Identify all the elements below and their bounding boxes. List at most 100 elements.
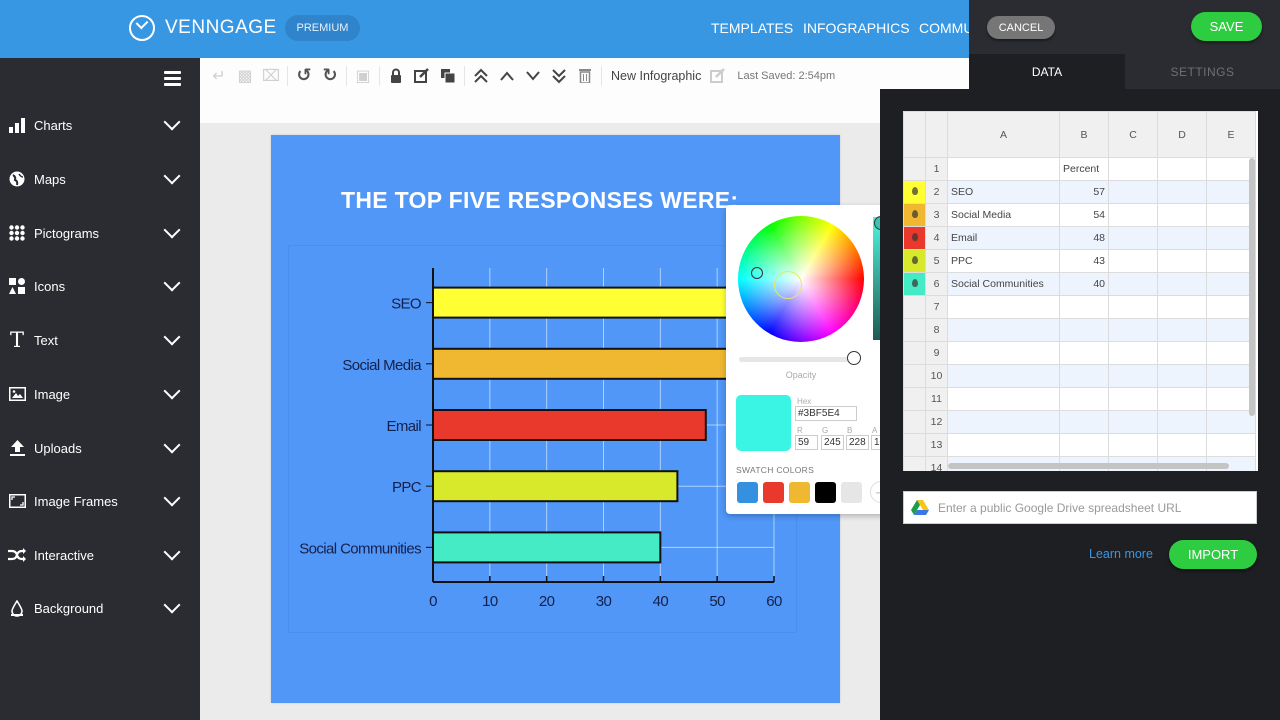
cell-b[interactable]: [1059, 341, 1109, 365]
cell-c[interactable]: [1108, 180, 1158, 204]
sidebar-item-text[interactable]: T Text: [0, 320, 200, 360]
edit-icon[interactable]: [409, 66, 435, 86]
cell-a[interactable]: [947, 433, 1060, 457]
cell-d[interactable]: [1157, 318, 1207, 342]
sidebar-item-image[interactable]: Image: [0, 374, 200, 414]
sidebar-item-uploads[interactable]: Uploads: [0, 428, 200, 468]
cell-c[interactable]: [1108, 410, 1158, 434]
cell-b[interactable]: [1059, 295, 1109, 319]
column-header-c[interactable]: C: [1108, 111, 1158, 158]
row-color-picker[interactable]: [903, 203, 926, 227]
cell-c[interactable]: [1108, 272, 1158, 296]
spreadsheet-horizontal-scrollbar[interactable]: [948, 463, 1229, 469]
hamburger-menu-icon[interactable]: [164, 71, 181, 86]
swatch-blue[interactable]: [737, 482, 758, 503]
cell-a[interactable]: SEO: [947, 180, 1060, 204]
tab-settings[interactable]: SETTINGS: [1125, 54, 1280, 89]
cell-b[interactable]: 54: [1059, 203, 1109, 227]
cell-d[interactable]: [1157, 433, 1207, 457]
nav-templates[interactable]: TEMPLATES: [711, 20, 793, 36]
trash-icon[interactable]: [572, 66, 598, 86]
cell-a[interactable]: [947, 387, 1060, 411]
cell-a[interactable]: Social Media: [947, 203, 1060, 227]
crop-icon[interactable]: ⌧: [258, 66, 284, 86]
column-header-d[interactable]: D: [1157, 111, 1207, 158]
cell-d[interactable]: [1157, 226, 1207, 250]
row-color-picker[interactable]: [903, 226, 926, 250]
send-backward-icon[interactable]: [520, 66, 546, 86]
send-to-back-icon[interactable]: [546, 66, 572, 86]
spreadsheet-vertical-scrollbar[interactable]: [1249, 158, 1255, 416]
undo-icon[interactable]: ↺: [291, 65, 317, 86]
cell-a[interactable]: [947, 364, 1060, 388]
cell-d[interactable]: [1157, 180, 1207, 204]
document-title[interactable]: New Infographic: [611, 69, 701, 83]
sidebar-item-image-frames[interactable]: Image Frames: [0, 481, 200, 521]
cell-c[interactable]: [1108, 226, 1158, 250]
cell-d[interactable]: [1157, 295, 1207, 319]
bring-forward-icon[interactable]: [494, 66, 520, 86]
google-drive-url-input[interactable]: Enter a public Google Drive spreadsheet …: [903, 491, 1257, 524]
cell-c[interactable]: [1108, 157, 1158, 181]
cell-a[interactable]: Social Communities: [947, 272, 1060, 296]
cell-b[interactable]: 57: [1059, 180, 1109, 204]
cell-c[interactable]: [1108, 318, 1158, 342]
swatch-light-gray[interactable]: [841, 482, 862, 503]
opacity-slider-handle[interactable]: [847, 351, 861, 365]
group-icon[interactable]: ▣: [350, 66, 376, 86]
b-input[interactable]: 228: [846, 435, 869, 450]
row-color-picker[interactable]: [903, 272, 926, 296]
cell-b[interactable]: [1059, 433, 1109, 457]
sidebar-item-interactive[interactable]: Interactive: [0, 535, 200, 575]
cell-e[interactable]: [1206, 433, 1256, 457]
cell-d[interactable]: [1157, 387, 1207, 411]
nav-infographics[interactable]: INFOGRAPHICS: [803, 20, 910, 36]
cell-b[interactable]: 40: [1059, 272, 1109, 296]
swatch-red[interactable]: [763, 482, 784, 503]
rename-icon[interactable]: [705, 66, 731, 86]
cell-d[interactable]: [1157, 272, 1207, 296]
sidebar-item-maps[interactable]: Maps: [0, 159, 200, 199]
cell-a[interactable]: [947, 295, 1060, 319]
cell-a[interactable]: Email: [947, 226, 1060, 250]
cell-b[interactable]: 48: [1059, 226, 1109, 250]
row-color-picker[interactable]: [903, 180, 926, 204]
bring-to-front-icon[interactable]: [468, 66, 494, 86]
column-header-e[interactable]: E: [1206, 111, 1256, 158]
cell-d[interactable]: [1157, 341, 1207, 365]
cell-c[interactable]: [1108, 387, 1158, 411]
duplicate-icon[interactable]: [435, 66, 461, 86]
cell-b[interactable]: [1059, 318, 1109, 342]
data-spreadsheet[interactable]: A B C D E 1 Percent 2 SEO 57 3 Social Media 54 4…: [903, 111, 1258, 471]
cell-a[interactable]: [947, 318, 1060, 342]
column-header-a[interactable]: A: [947, 111, 1060, 158]
cell-d[interactable]: [1157, 203, 1207, 227]
cell-a[interactable]: [947, 341, 1060, 365]
redo-icon[interactable]: ↻: [317, 65, 343, 86]
sidebar-item-icons[interactable]: Icons: [0, 266, 200, 306]
sidebar-item-charts[interactable]: Charts: [0, 105, 200, 145]
g-input[interactable]: 245: [821, 435, 844, 450]
cell-a[interactable]: [947, 410, 1060, 434]
swatch-orange[interactable]: [789, 482, 810, 503]
cell-c[interactable]: [1108, 203, 1158, 227]
hex-input[interactable]: #3BF5E4: [795, 406, 857, 421]
sidebar-item-background[interactable]: Background: [0, 588, 200, 628]
cell-d[interactable]: [1157, 410, 1207, 434]
sidebar-item-pictograms[interactable]: Pictograms: [0, 213, 200, 253]
cancel-button[interactable]: CANCEL: [987, 16, 1055, 39]
cell-d[interactable]: [1157, 157, 1207, 181]
flip-icon[interactable]: ↵: [206, 66, 232, 86]
tab-data[interactable]: DATA: [969, 54, 1125, 89]
opacity-slider[interactable]: [739, 357, 854, 362]
cell-c[interactable]: [1108, 364, 1158, 388]
cell-e[interactable]: [1206, 410, 1256, 434]
color-wheel-marker[interactable]: [751, 267, 763, 279]
learn-more-link[interactable]: Learn more: [1089, 547, 1153, 561]
premium-badge[interactable]: PREMIUM: [285, 15, 360, 41]
cell-b[interactable]: 43: [1059, 249, 1109, 273]
transparency-icon[interactable]: ▩: [232, 66, 258, 86]
cell-a[interactable]: PPC: [947, 249, 1060, 273]
lock-icon[interactable]: [383, 66, 409, 86]
cell-a[interactable]: [947, 157, 1060, 181]
